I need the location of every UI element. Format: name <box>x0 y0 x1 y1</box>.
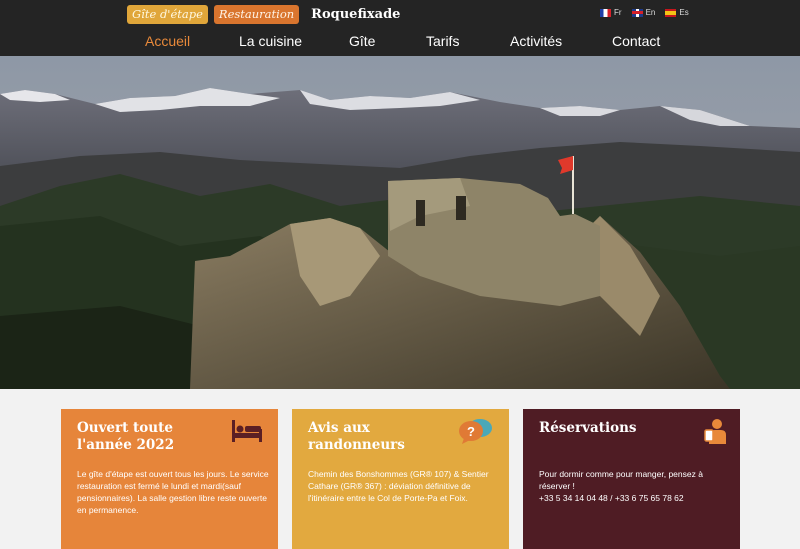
lang-en-link[interactable]: En <box>631 8 656 17</box>
nav-item-tarifs[interactable]: Tarifs <box>426 33 459 49</box>
nav-item-gite[interactable]: Gîte <box>349 33 375 49</box>
nav-item-contact[interactable]: Contact <box>612 33 660 49</box>
card-reservations-title: Réservations <box>539 420 637 436</box>
card-opening-hours-text: Le gîte d'étape est ouvert tous les jour… <box>77 469 269 515</box>
card-hikers-notice-title: Avis aux randonneurs <box>308 420 405 453</box>
france-flag-icon <box>600 8 611 17</box>
card-opening-hours-title: Ouvert toute l'année 2022 <box>77 420 175 453</box>
card-hikers-notice: Avis aux randonneurs ? Chemin des Bonsho… <box>292 409 509 549</box>
hero-image <box>0 56 800 389</box>
nav-item-la-cuisine[interactable]: La cuisine <box>239 33 302 49</box>
site-header: Gîte d'étape Restauration Roquefixade Fr… <box>0 0 800 56</box>
card-reservations-phones[interactable]: +33 5 34 14 04 48 / +33 6 75 65 78 62 <box>539 493 684 503</box>
castle-landscape-illustration <box>0 56 800 389</box>
main-nav: Accueil La cuisine Gîte Tarifs Activités… <box>0 30 800 54</box>
language-switcher: Fr En Es <box>600 8 689 17</box>
card-reservations-text: Pour dormir comme pour manger, pensez à … <box>539 468 731 504</box>
info-cards-section: Ouvert toute l'année 2022 Le gîte d'étap… <box>0 389 800 549</box>
lang-en-label: En <box>645 8 656 17</box>
uk-flag-icon <box>631 8 643 17</box>
brand-gite-badge[interactable]: Gîte d'étape <box>127 4 208 24</box>
brand[interactable]: Gîte d'étape Restauration Roquefixade <box>127 4 400 24</box>
card-hikers-notice-text: Chemin des Bonshommes (GR® 107) & Sentie… <box>308 469 489 503</box>
speech-bubbles-question-icon: ? <box>459 419 492 444</box>
bed-icon <box>232 420 262 442</box>
phone-reservation-icon <box>704 419 726 444</box>
card-reservations: Réservations Pour dormir comme pour mang… <box>523 409 740 549</box>
svg-text:?: ? <box>467 424 475 439</box>
lang-fr-link[interactable]: Fr <box>600 8 622 17</box>
brand-name[interactable]: Roquefixade <box>311 7 400 22</box>
spain-flag-icon <box>665 8 677 17</box>
lang-es-link[interactable]: Es <box>665 8 689 17</box>
nav-item-accueil[interactable]: Accueil <box>145 33 190 49</box>
card-opening-hours: Ouvert toute l'année 2022 Le gîte d'étap… <box>61 409 278 549</box>
brand-restauration-badge[interactable]: Restauration <box>213 4 300 24</box>
nav-item-activites[interactable]: Activités <box>510 33 562 49</box>
lang-fr-label: Fr <box>614 8 622 17</box>
card-reservations-intro: Pour dormir comme pour manger, pensez à … <box>539 469 703 491</box>
lang-es-label: Es <box>679 8 689 17</box>
